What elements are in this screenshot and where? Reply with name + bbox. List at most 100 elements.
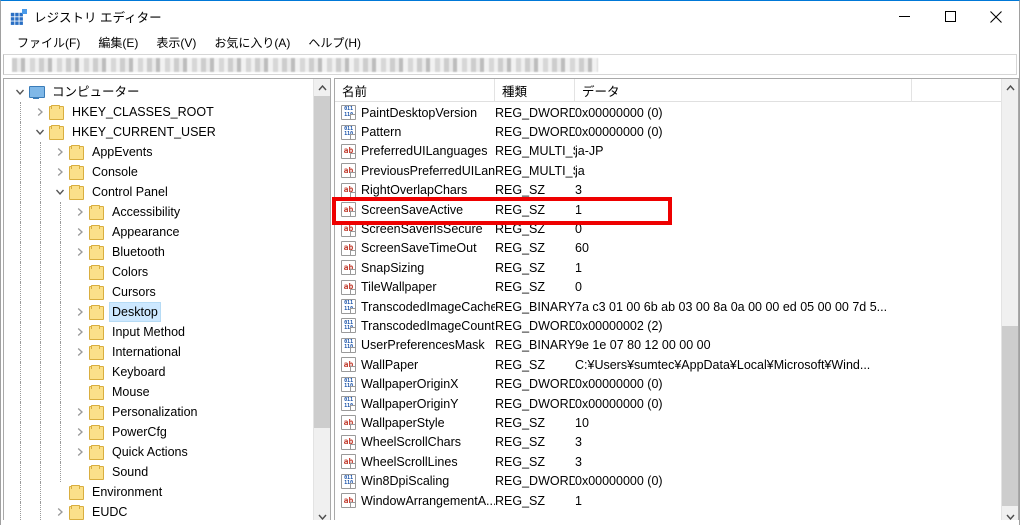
menu-item-1[interactable]: 編集(E): [89, 34, 147, 53]
menu-item-4[interactable]: ヘルプ(H): [299, 34, 370, 53]
tree-scroll-thumb[interactable]: [314, 96, 330, 428]
chevron-right-icon[interactable]: [72, 324, 88, 340]
tree-item-input-method[interactable]: Input Method: [4, 322, 313, 342]
tree-item-label: Bluetooth: [112, 245, 165, 259]
tree-leaf-spacer: [72, 384, 88, 400]
tree-item-cursors[interactable]: Cursors: [4, 282, 313, 302]
address-bar[interactable]: [3, 54, 1017, 75]
value-row[interactable]: ab WallpaperStyle REG_SZ 10: [335, 413, 998, 432]
value-row[interactable]: 011 110 TranscodedImageCount REG_DWORD 0x000…: [335, 316, 998, 335]
value-row[interactable]: 011 110 PaintDesktopVersion REG_DWORD 0x0000…: [335, 103, 998, 122]
menu-item-0[interactable]: ファイル(F): [8, 34, 89, 53]
chevron-right-icon[interactable]: [72, 404, 88, 420]
tree-item-international[interactable]: International: [4, 342, 313, 362]
chevron-right-icon[interactable]: [72, 444, 88, 460]
value-row[interactable]: ab ScreenSaveTimeOut REG_SZ 60: [335, 239, 998, 258]
tree-item-desktop[interactable]: Desktop: [4, 302, 313, 322]
registry-tree[interactable]: コンピューター HKEY_CLASSES_ROOT HKEY_CURRENT_USE…: [4, 79, 313, 525]
value-row[interactable]: ab WheelScrollChars REG_SZ 3: [335, 433, 998, 452]
chevron-right-icon[interactable]: [72, 344, 88, 360]
tree-item-quick-actions[interactable]: Quick Actions: [4, 442, 313, 462]
tree-item-appevents[interactable]: AppEvents: [4, 142, 313, 162]
value-data: 10: [575, 415, 589, 430]
tree-guide-line: [40, 382, 41, 402]
value-row[interactable]: ab TileWallpaper REG_SZ 0: [335, 278, 998, 297]
value-row[interactable]: ab PreferredUILanguages REG_MULTI_SZja-JP: [335, 142, 998, 161]
value-type: REG_DWORD: [495, 105, 575, 120]
value-row[interactable]: 011 110 Pattern REG_DWORD 0x00000000 (0): [335, 122, 998, 141]
column-header-data[interactable]: データ: [575, 79, 912, 102]
tree-item-personalization[interactable]: Personalization: [4, 402, 313, 422]
tree-guide-line: [40, 322, 41, 342]
tree-item-label: Accessibility: [112, 205, 181, 219]
column-header-type[interactable]: 種類: [495, 79, 575, 102]
tree-guide-line: [60, 362, 61, 382]
tree-item-label: Sound: [112, 465, 149, 479]
chevron-right-icon[interactable]: [72, 224, 88, 240]
chevron-right-icon[interactable]: [52, 504, 68, 520]
value-row[interactable]: ab SnapSizing REG_SZ 1: [335, 258, 998, 277]
chevron-right-icon[interactable]: [52, 164, 68, 180]
tree-item-colors[interactable]: Colors: [4, 262, 313, 282]
tree-item-powercfg[interactable]: PowerCfg: [4, 422, 313, 442]
maximize-button[interactable]: [927, 1, 973, 32]
values-scroll-thumb[interactable]: [1002, 326, 1018, 506]
value-row[interactable]: ab WindowArrangementA... REG_SZ 1: [335, 491, 998, 510]
values-list[interactable]: 011 110 PaintDesktopVersion REG_DWORD 0x0000…: [335, 103, 998, 510]
value-row[interactable]: 011 110 TranscodedImageCache REG_BINARY 7a c…: [335, 297, 998, 316]
chevron-right-icon[interactable]: [72, 204, 88, 220]
value-type: REG_BINARY: [495, 338, 575, 353]
values-scroll-up-button[interactable]: [1002, 79, 1018, 96]
value-row[interactable]: ab WallPaper REG_SZ C:¥Users¥sumtec¥AppData…: [335, 355, 998, 374]
value-data: 0: [575, 280, 582, 295]
value-row[interactable]: 011 110 Win8DpiScaling REG_DWORD 0x00000000 …: [335, 471, 998, 490]
title-bar[interactable]: レジストリ エディター: [1, 1, 1019, 32]
tree-item-eudc[interactable]: EUDC: [4, 502, 313, 522]
menu-item-3[interactable]: お気に入り(A): [205, 34, 299, 53]
tree-vertical-scrollbar[interactable]: [313, 79, 330, 525]
minimize-button[interactable]: [881, 1, 927, 32]
tree-item-hkey-classes-root[interactable]: HKEY_CLASSES_ROOT: [4, 102, 313, 122]
value-row[interactable]: ab RightOverlapChars REG_SZ 3: [335, 181, 998, 200]
tree-item-appearance[interactable]: Appearance: [4, 222, 313, 242]
tree-guide-line: [20, 402, 21, 422]
tree-item-keyboard[interactable]: Keyboard: [4, 362, 313, 382]
value-row[interactable]: 011 110 UserPreferencesMask REG_BINARY 9e 1e…: [335, 336, 998, 355]
string-value-icon: ab: [341, 260, 356, 276]
menu-item-2[interactable]: 表示(V): [147, 34, 205, 53]
column-header-name[interactable]: 名前: [335, 79, 495, 102]
tree-item-accessibility[interactable]: Accessibility: [4, 202, 313, 222]
tree-item-console[interactable]: Console: [4, 162, 313, 182]
chevron-right-icon[interactable]: [72, 304, 88, 320]
value-row[interactable]: ab ScreenSaveActive REG_SZ 1: [335, 200, 998, 219]
value-data: 9e 1e 07 80 12 00 00 00: [575, 338, 711, 353]
value-row[interactable]: 011 110 WallpaperOriginY REG_DWORD 0x0000000…: [335, 394, 998, 413]
tree-item-bluetooth[interactable]: Bluetooth: [4, 242, 313, 262]
values-vertical-scrollbar[interactable]: [1001, 79, 1018, 525]
value-row[interactable]: ab PreviousPreferredUILan...REG_MULTI_SZj…: [335, 161, 998, 180]
binary-value-icon: 011 110: [341, 337, 356, 353]
binary-value-icon: 011 110: [341, 473, 356, 489]
tree-guide-line: [40, 162, 41, 182]
chevron-down-icon[interactable]: [32, 124, 48, 140]
tree-scroll-up-button[interactable]: [314, 79, 330, 96]
value-type: REG_DWORD: [495, 474, 575, 489]
chevron-down-icon[interactable]: [52, 184, 68, 200]
chevron-down-icon[interactable]: [12, 84, 28, 100]
tree-item-mouse[interactable]: Mouse: [4, 382, 313, 402]
chevron-right-icon[interactable]: [72, 244, 88, 260]
close-button[interactable]: [973, 1, 1019, 32]
tree-item-hkey-current-user[interactable]: HKEY_CURRENT_USER: [4, 122, 313, 142]
tree-item-environment[interactable]: Environment: [4, 482, 313, 502]
column-header-extra[interactable]: [912, 79, 980, 102]
tree-item-sound[interactable]: Sound: [4, 462, 313, 482]
tree-item-control-panel[interactable]: Control Panel: [4, 182, 313, 202]
tree-item--[interactable]: コンピューター: [4, 82, 313, 102]
chevron-right-icon[interactable]: [52, 144, 68, 160]
value-row[interactable]: ab WheelScrollLines REG_SZ 3: [335, 452, 998, 471]
value-row[interactable]: ab ScreenSaverIsSecure REG_SZ 0: [335, 219, 998, 238]
chevron-right-icon[interactable]: [32, 104, 48, 120]
value-row[interactable]: 011 110 WallpaperOriginX REG_DWORD 0x0000000…: [335, 374, 998, 393]
chevron-right-icon[interactable]: [72, 424, 88, 440]
tree-guide-line: [20, 122, 21, 142]
